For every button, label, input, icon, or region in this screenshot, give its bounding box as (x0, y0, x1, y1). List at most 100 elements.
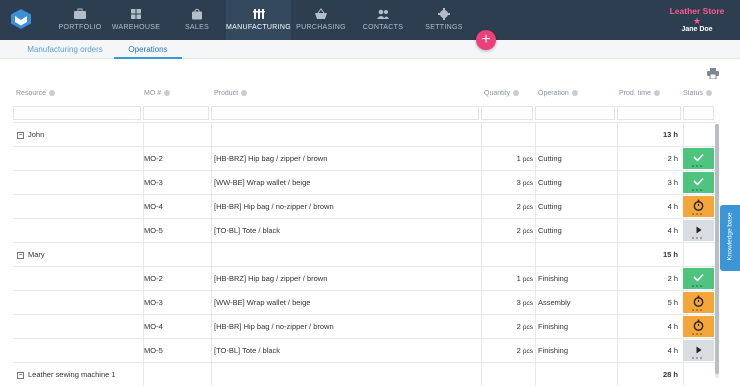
nav-sales[interactable]: SALES (175, 0, 219, 40)
cell-divider (211, 195, 212, 218)
briefcase-icon (74, 8, 86, 19)
quantity: 2 pcs (517, 195, 533, 218)
filter-operation-input[interactable] (535, 106, 615, 120)
quantity: 1 pcs (517, 147, 533, 170)
cell-divider (617, 195, 618, 218)
mo-number[interactable]: MO-5 (144, 339, 163, 362)
info-icon[interactable] (241, 90, 248, 97)
collapse-icon[interactable]: − (17, 371, 24, 379)
cell-divider (535, 243, 536, 266)
status-button[interactable] (683, 196, 714, 217)
status-button[interactable] (683, 340, 714, 361)
knowledge-base-label: Knowledge base (726, 212, 734, 261)
filter-quantity-input[interactable] (481, 106, 533, 120)
nav-label: MANUFACTURING (226, 24, 291, 31)
nav-warehouse[interactable]: WAREHOUSE (110, 0, 162, 40)
filter-prod-time-input[interactable] (617, 106, 681, 120)
status-dots (692, 309, 706, 311)
collapse-icon[interactable]: − (17, 131, 24, 139)
status-button[interactable] (683, 316, 714, 337)
table-row[interactable]: MO-4 [HB-BR] Hip bag / no-zipper / brown 2… (13, 194, 717, 218)
filter-status-input[interactable] (683, 106, 714, 120)
tab-operations[interactable]: Operations (114, 40, 182, 59)
filter-resource-input[interactable] (13, 106, 141, 120)
header-quantity[interactable]: Quantity (484, 90, 520, 104)
header-status[interactable]: Status (683, 90, 712, 104)
subtabs: Manufacturing orders Operations (0, 40, 740, 59)
account-menu[interactable]: Leather Store ★ Jane Doe (662, 6, 732, 33)
table-row[interactable]: MO-5 [TO-BL] Tote / black 2 pcs Cutting 4 h (13, 218, 717, 242)
nav-portfolio[interactable]: PORTFOLIO (54, 0, 106, 40)
cell-divider (683, 243, 684, 266)
cell-divider (481, 315, 482, 338)
collapse-icon[interactable]: − (17, 251, 24, 259)
header-resource[interactable]: Resource (16, 90, 55, 104)
info-icon[interactable] (571, 90, 578, 97)
quantity: 2 pcs (517, 315, 533, 338)
nav-settings[interactable]: SETTINGS (420, 0, 468, 40)
status-button[interactable] (683, 292, 714, 313)
info-icon[interactable] (164, 90, 171, 97)
product-name: [HB-BR] Hip bag / no-zipper / brown (214, 202, 334, 211)
table-row[interactable]: MO-2 [HB-BRZ] Hip bag / zipper / brown 1 p… (13, 146, 717, 170)
table-row[interactable]: MO-5 [TO-BL] Tote / black 2 pcs Finishing 4 … (13, 338, 717, 362)
tab-manufacturing-orders[interactable]: Manufacturing orders (20, 40, 110, 59)
status-button[interactable] (683, 220, 714, 241)
filter-mo-input[interactable] (143, 106, 209, 120)
product-name: [TO-BL] Tote / black (214, 346, 281, 355)
status-dots (692, 213, 706, 215)
info-icon[interactable] (705, 90, 712, 97)
resource-total-time: 15 h (662, 250, 678, 259)
operation-name: Cutting (538, 154, 562, 163)
info-icon[interactable] (48, 90, 55, 97)
scrollbar-thumb[interactable] (715, 124, 719, 374)
cell-divider (211, 123, 212, 146)
cell-divider (617, 315, 618, 338)
header-prod-time[interactable]: Prod. time (619, 90, 660, 104)
add-button[interactable]: + (476, 30, 496, 50)
scrollbar[interactable] (715, 124, 719, 378)
cell-divider (617, 219, 618, 242)
resource-total-time: 28 h (662, 370, 678, 379)
nav-purchasing[interactable]: PURCHASING (295, 0, 347, 40)
mo-number[interactable]: MO-4 (144, 315, 163, 338)
header-mo[interactable]: MO # (144, 90, 171, 104)
table-row[interactable]: MO-3 [WW-BE] Wrap wallet / beige 3 pcs Cutt… (13, 170, 717, 194)
header-product[interactable]: Product (214, 90, 248, 104)
print-icon[interactable] (707, 68, 719, 79)
status-button[interactable] (683, 268, 714, 289)
cell-divider (683, 363, 684, 386)
operation-name: Finishing (538, 322, 569, 331)
nav-contacts[interactable]: CONTACTS (358, 0, 408, 40)
mo-number[interactable]: MO-3 (144, 291, 163, 314)
table-row[interactable]: MO-3 [WW-BE] Wrap wallet / beige 3 pcs Asse… (13, 290, 717, 314)
nav-label: CONTACTS (362, 24, 404, 31)
status-dots (692, 357, 706, 359)
resource-group-row[interactable]: − Mary 15 h (13, 242, 717, 266)
info-icon[interactable] (513, 90, 520, 97)
header-operation[interactable]: Operation (538, 90, 578, 104)
logo-icon[interactable] (10, 8, 32, 30)
mo-number[interactable]: MO-2 (144, 147, 163, 170)
table-row[interactable]: MO-4 [HB-BR] Hip bag / no-zipper / brown 2… (13, 314, 717, 338)
filter-product-input[interactable] (211, 106, 479, 120)
knowledge-base-button[interactable]: Knowledge base (720, 205, 740, 271)
mo-number[interactable]: MO-4 (144, 195, 163, 218)
table-row[interactable]: MO-2 [HB-BRZ] Hip bag / zipper / brown 1 p… (13, 266, 717, 290)
cell-divider (535, 219, 536, 242)
info-icon[interactable] (653, 90, 660, 97)
status-dots (692, 189, 706, 191)
status-button[interactable] (683, 172, 714, 193)
prod-time: 5 h (667, 298, 678, 307)
nav-manufacturing[interactable]: MANUFACTURING (226, 0, 291, 40)
operation-name: Cutting (538, 202, 562, 211)
mo-number[interactable]: MO-2 (144, 267, 163, 290)
mo-number[interactable]: MO-3 (144, 171, 163, 194)
operation-name: Cutting (538, 178, 562, 187)
mo-number[interactable]: MO-5 (144, 219, 163, 242)
resource-group-row[interactable]: − John 13 h (13, 122, 717, 146)
status-button[interactable] (683, 148, 714, 169)
resource-group-row[interactable]: − Leather sewing machine 1 28 h (13, 362, 717, 386)
cell-divider (211, 339, 212, 362)
cell-divider (481, 195, 482, 218)
